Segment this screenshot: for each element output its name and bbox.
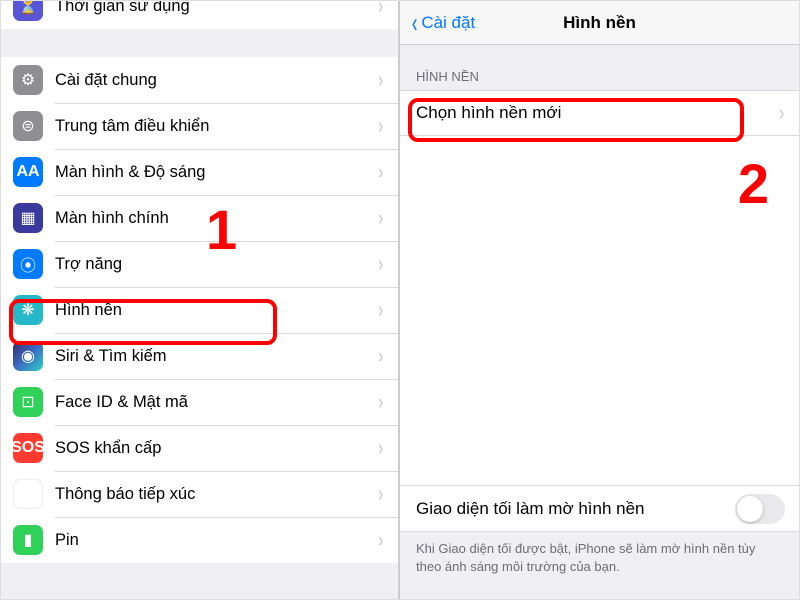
settings-row[interactable]: ⦿ Trợ năng› [1, 241, 398, 287]
dim-toggle-row[interactable]: Giao diện tối làm mờ hình nền [400, 486, 799, 532]
settings-row-label: Pin [55, 531, 377, 550]
settings-row[interactable]: SOS SOS khẩn cấp› [1, 425, 398, 471]
siri-icon: ◉ [13, 341, 43, 371]
settings-row-label: Màn hình chính [55, 209, 377, 228]
display-icon: AA [13, 157, 43, 187]
settings-row-label: Siri & Tìm kiếm [55, 347, 377, 366]
faceid-icon: ⊡ [13, 387, 43, 417]
settings-row[interactable]: ⊡ Face ID & Mật mã› [1, 379, 398, 425]
chevron-right-icon: › [378, 345, 383, 367]
settings-row-label: Trung tâm điều khiển [55, 117, 377, 136]
choose-wallpaper-row[interactable]: Chọn hình nền mới › [400, 90, 799, 136]
settings-row[interactable]: ⚙ Cài đặt chung› [1, 57, 398, 103]
gear-icon: ⚙ [13, 65, 43, 95]
chevron-right-icon: › [378, 207, 383, 229]
chevron-right-icon: › [378, 253, 383, 275]
settings-row-label: Face ID & Mật mã [55, 393, 377, 412]
dim-toggle-switch[interactable] [735, 494, 785, 524]
section-header: HÌNH NỀN [400, 45, 799, 90]
chevron-right-icon: › [378, 69, 383, 91]
chevron-left-icon: ‹ [412, 9, 418, 37]
settings-row-label: Thông báo tiếp xúc [55, 485, 377, 504]
wallpaper-detail-pane: ‹ Cài đặt Hình nền HÌNH NỀN Chọn hình nề… [400, 1, 799, 599]
settings-row-label: Trợ năng [55, 255, 377, 274]
chevron-right-icon: › [779, 102, 784, 124]
chevron-right-icon: › [378, 391, 383, 413]
wallpaper-icon: ❋ [13, 295, 43, 325]
sos-icon: SOS [13, 433, 43, 463]
hourglass-icon: ⏳ [13, 1, 43, 21]
settings-row-label: SOS khẩn cấp [55, 439, 377, 458]
group-separator [1, 29, 398, 57]
footer-note: Khi Giao diện tối được bật, iPhone sẽ là… [400, 532, 799, 575]
back-label: Cài đặt [421, 13, 475, 33]
control-center-icon: ⊜ [13, 111, 43, 141]
settings-row[interactable]: ✴ Thông báo tiếp xúc› [1, 471, 398, 517]
chevron-right-icon: › [378, 1, 383, 17]
back-button[interactable]: ‹ Cài đặt [410, 9, 475, 37]
navbar: ‹ Cài đặt Hình nền [400, 1, 799, 45]
settings-row-label: Hình nền [55, 301, 377, 320]
chevron-right-icon: › [378, 437, 383, 459]
exposure-icon: ✴ [13, 479, 43, 509]
chevron-right-icon: › [378, 161, 383, 183]
settings-row-label: Thời gian sử dụng [55, 1, 377, 16]
settings-row[interactable]: ▦ Màn hình chính› [1, 195, 398, 241]
accessibility-icon: ⦿ [13, 249, 43, 279]
preview-area [400, 136, 799, 486]
settings-list-pane: ⏳Thời gian sử dụng›⚙Cài đặt chung›⊜Trung… [1, 1, 400, 599]
home-icon: ▦ [13, 203, 43, 233]
chevron-right-icon: › [378, 483, 383, 505]
battery-icon: ▮ [13, 525, 43, 555]
settings-row-label: Màn hình & Độ sáng [55, 163, 377, 182]
settings-row[interactable]: ⊜ Trung tâm điều khiển› [1, 103, 398, 149]
settings-row[interactable]: ❋ Hình nền› [1, 287, 398, 333]
chevron-right-icon: › [378, 529, 383, 551]
choose-wallpaper-label: Chọn hình nền mới [416, 103, 778, 123]
settings-row-label: Cài đặt chung [55, 71, 377, 90]
settings-row[interactable]: ◉ Siri & Tìm kiếm› [1, 333, 398, 379]
chevron-right-icon: › [378, 299, 383, 321]
settings-row[interactable]: ⏳ Thời gian sử dụng› [1, 1, 398, 29]
dim-toggle-label: Giao diện tối làm mờ hình nền [416, 499, 735, 519]
settings-row[interactable]: AA Màn hình & Độ sáng› [1, 149, 398, 195]
chevron-right-icon: › [378, 115, 383, 137]
settings-row[interactable]: ▮ Pin› [1, 517, 398, 563]
